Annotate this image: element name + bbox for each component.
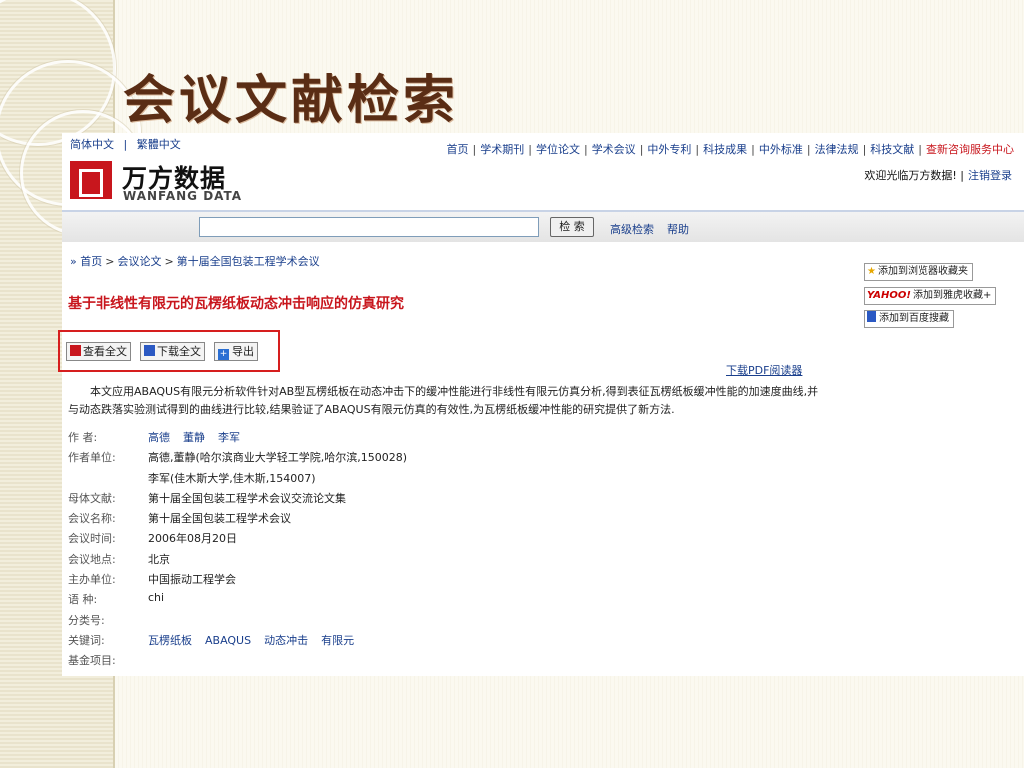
meta-label: 分类号: <box>68 613 105 627</box>
export-label: 导出 <box>232 345 254 358</box>
nav-home[interactable]: 首页 <box>447 143 469 156</box>
search-button[interactable]: 检 索 <box>550 217 594 237</box>
logo-mark-icon <box>70 161 112 199</box>
lang-traditional-link[interactable]: 繁體中文 <box>137 138 181 151</box>
meta-label: 作者单位: <box>68 451 116 465</box>
welcome-bar: 欢迎光临万方数据! | 注销登录 <box>864 167 1012 183</box>
keyword-link[interactable]: 有限元 <box>321 634 354 647</box>
nav-conferences[interactable]: 学术会议 <box>592 143 636 156</box>
meta-label: 母体文献: <box>68 491 116 505</box>
meta-keywords: 瓦楞纸板 ABAQUS 动态冲击 有限元 <box>148 632 367 648</box>
meta-language: chi <box>148 591 165 605</box>
nav-separator: | <box>583 143 588 156</box>
keyword-link[interactable]: ABAQUS <box>205 634 251 647</box>
add-browser-favorite-button[interactable]: ★ 添加到浏览器收藏夹 <box>864 263 973 281</box>
meta-label: 基金项目: <box>68 654 116 668</box>
lang-simplified-link[interactable]: 简体中文 <box>70 138 114 151</box>
download-pdf-reader-link[interactable]: 下载PDF阅读器 <box>726 362 802 378</box>
breadcrumb-home[interactable]: 首页 <box>80 255 102 268</box>
breadcrumb-category[interactable]: 会议论文 <box>117 255 161 268</box>
nav-separator: | <box>528 143 532 156</box>
help-link[interactable]: 帮助 <box>667 221 689 237</box>
add-baidu-favorite-button[interactable]: 添加到百度搜藏 <box>864 310 954 328</box>
meta-label: 会议地点: <box>68 552 116 566</box>
nav-separator: | <box>751 143 755 156</box>
meta-label: 语 种: <box>68 593 98 607</box>
nav-separator: | <box>806 143 811 156</box>
pdf-icon <box>70 345 81 356</box>
meta-affiliation-2: 李军(佳木斯大学,佳木斯,154007) <box>148 471 316 485</box>
meta-date: 2006年08月20日 <box>148 532 237 546</box>
meta-place: 北京 <box>148 552 170 566</box>
save-disk-icon <box>144 345 155 356</box>
meta-label: 会议时间: <box>68 532 116 546</box>
add-baidu-favorite-label: 添加到百度搜藏 <box>879 313 949 324</box>
view-fulltext-label: 查看全文 <box>83 345 127 358</box>
keyword-link[interactable]: 动态冲击 <box>264 634 308 647</box>
breadcrumb-arrow-icon: » <box>70 255 77 268</box>
meta-authors: 高德 董静 李军 <box>148 429 253 445</box>
nav-separator: | <box>862 143 867 156</box>
meta-conference: 第十届全国包装工程学术会议 <box>148 512 291 526</box>
top-nav: 首页 | 学术期刊 | 学位论文 | 学术会议 | 中外专利 | 科技成果 | 中外标准 | 法律法规 | 科技… <box>447 141 1014 157</box>
wanfang-screenshot: 简体中文 | 繁體中文 万方数据 WANFANG DATA 首页 | 学术期刊 | 学位… <box>58 133 1024 676</box>
meta-source: 第十届全国包装工程学术会议交流论文集 <box>148 491 346 505</box>
nav-patents[interactable]: 中外专利 <box>647 143 691 156</box>
download-fulltext-button[interactable]: 下载全文 <box>140 342 205 361</box>
add-browser-favorite-label: 添加到浏览器收藏夹 <box>877 266 968 277</box>
nav-laws[interactable]: 法律法规 <box>815 143 859 156</box>
keyword-link[interactable]: 瓦楞纸板 <box>148 634 192 647</box>
nav-theses[interactable]: 学位论文 <box>536 143 580 156</box>
abstract-text: 本文应用ABAQUS有限元分析软件针对AB型瓦楞纸板在动态冲击下的缓冲性能进行非… <box>68 385 819 416</box>
logout-login-link[interactable]: 注销登录 <box>968 169 1012 182</box>
add-yahoo-favorite-label: 添加到雅虎收藏+ <box>912 290 992 301</box>
nav-sci-docs[interactable]: 科技文献 <box>870 143 914 156</box>
baidu-icon <box>867 311 876 322</box>
meta-organizer: 中国振动工程学会 <box>148 573 236 587</box>
advanced-search-link[interactable]: 高级检索 <box>610 221 654 237</box>
nav-separator: | <box>695 143 700 156</box>
nav-separator: | <box>918 143 922 156</box>
action-buttons-highlight: 查看全文 下载全文 + 导出 <box>58 330 280 372</box>
search-input[interactable] <box>199 217 539 237</box>
breadcrumb: » 首页 > 会议论文 > 第十届全国包装工程学术会议 <box>70 253 320 269</box>
nav-separator: | <box>639 143 644 156</box>
wanfang-logo[interactable]: 万方数据 WANFANG DATA <box>70 159 250 207</box>
slide-title: 会议文献检索 <box>123 70 460 131</box>
paper-title: 基于非线性有限元的瓦楞纸板动态冲击响应的仿真研究 <box>68 296 404 312</box>
add-yahoo-favorite-button[interactable]: YAHOO! 添加到雅虎收藏+ <box>864 287 997 305</box>
meta-label: 会议名称: <box>68 512 116 526</box>
welcome-separator: | <box>960 169 964 182</box>
yahoo-logo-icon: YAHOO! <box>867 290 911 301</box>
author-link[interactable]: 李军 <box>218 431 240 444</box>
author-link[interactable]: 高德 <box>148 431 170 444</box>
author-link[interactable]: 董静 <box>183 431 205 444</box>
welcome-text: 欢迎光临万方数据! <box>864 169 957 182</box>
breadcrumb-separator: > <box>164 255 174 268</box>
nav-achievements[interactable]: 科技成果 <box>703 143 747 156</box>
nav-separator: | <box>472 143 477 156</box>
meta-affiliation-1: 高德,董静(哈尔滨商业大学轻工学院,哈尔滨,150028) <box>148 451 408 465</box>
meta-label: 作 者: <box>68 431 98 444</box>
lang-separator: | <box>123 138 128 151</box>
breadcrumb-separator: > <box>105 255 115 268</box>
meta-label: 关键词: <box>68 633 105 647</box>
nav-novelty-search[interactable]: 查新咨询服务中心 <box>926 143 1014 156</box>
export-button[interactable]: + 导出 <box>214 342 258 361</box>
nav-standards[interactable]: 中外标准 <box>759 143 803 156</box>
meta-label: 主办单位: <box>68 573 116 587</box>
logo-text-en: WANFANG DATA <box>123 189 243 203</box>
download-fulltext-label: 下载全文 <box>157 345 201 358</box>
nav-journals[interactable]: 学术期刊 <box>480 143 524 156</box>
breadcrumb-conference[interactable]: 第十届全国包装工程学术会议 <box>177 255 320 268</box>
view-fulltext-button[interactable]: 查看全文 <box>66 342 131 361</box>
star-icon: ★ <box>867 266 876 277</box>
export-icon: + <box>218 349 229 360</box>
language-switch: 简体中文 | 繁體中文 <box>70 136 187 152</box>
search-bar: 检 索 高级检索 帮助 <box>62 210 1024 242</box>
